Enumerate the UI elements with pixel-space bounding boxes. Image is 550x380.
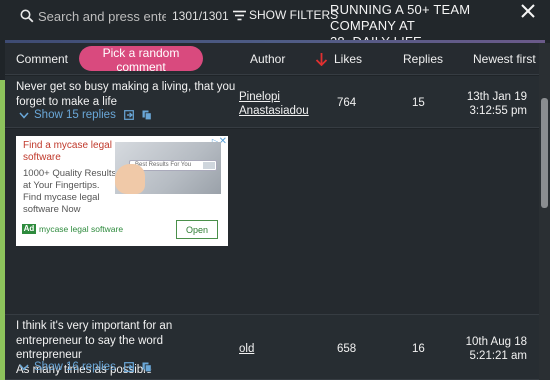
show-replies-link[interactable]: Show 16 replies — [19, 361, 152, 373]
vertical-scrollbar[interactable] — [539, 43, 550, 380]
filter-icon — [233, 10, 246, 20]
close-icon[interactable] — [519, 2, 537, 20]
comment-line: I think it's very important for an — [16, 320, 173, 332]
author-name-line: old — [239, 343, 255, 355]
author-link[interactable]: Pinelopi Anastasiadou — [239, 90, 309, 118]
comment-row: I think it's very important for an entre… — [5, 315, 539, 380]
author-name-line: Anastasiadou — [239, 105, 309, 117]
video-title-line-1: RUNNING A 50+ TEAM COMPANY AT — [330, 2, 471, 33]
show-replies-label: Show 16 replies — [34, 361, 116, 373]
chevron-down-icon — [19, 364, 29, 371]
ad-body-line: software Now — [23, 204, 81, 215]
author-name-line: Pinelopi — [239, 91, 280, 103]
replies-count: 16 — [412, 343, 425, 355]
table-header: Comment Pick a random comment Author Lik… — [5, 43, 539, 75]
share-icon[interactable] — [123, 110, 134, 120]
ad-advertiser-name[interactable]: mycase legal software — [39, 224, 123, 234]
ad-body-line: at Your Fingertips. — [23, 180, 100, 191]
comment-line: Never get so busy making a living, that … — [16, 81, 236, 93]
ad-image-hand — [115, 164, 145, 194]
ad-body: 1000+ Quality Results at Your Fingertips… — [23, 168, 121, 216]
likes-header-label: Likes — [334, 52, 363, 66]
likes-count: 658 — [337, 343, 357, 355]
author-link[interactable]: old — [239, 342, 254, 356]
comment-date: 13th Jan 19 3:12:55 pm — [465, 90, 527, 118]
pick-random-comment-button[interactable]: Pick a random comment — [79, 46, 203, 74]
ad-title-line: Find a mycase legal — [23, 140, 112, 151]
sort-newest-first[interactable]: Newest first — [473, 52, 536, 66]
chevron-down-icon — [19, 112, 29, 119]
ad-body-line: Find mycase legal — [23, 192, 100, 203]
sort-down-arrow-icon — [315, 52, 328, 66]
likes-count: 764 — [337, 97, 357, 109]
comment-date: 10th Aug 18 5:21:21 am — [465, 335, 527, 363]
show-replies-link[interactable]: Show 15 replies — [19, 109, 152, 121]
show-replies-label: Show 15 replies — [34, 109, 116, 121]
ad-open-button[interactable]: Open — [176, 220, 218, 239]
column-header-comment: Comment — [16, 52, 69, 66]
column-header-likes[interactable]: Likes — [315, 52, 362, 66]
ad-badge: Ad — [22, 224, 36, 234]
search-result-count: 1301/1301 — [172, 9, 229, 23]
column-header-replies[interactable]: Replies — [403, 52, 443, 66]
copy-icon[interactable] — [142, 362, 152, 372]
search-icon[interactable] — [20, 9, 34, 23]
top-bar: 1301/1301 SHOW FILTERS RUNNING A 50+ TEA… — [0, 0, 550, 49]
search-input[interactable] — [38, 7, 166, 25]
replies-count: 15 — [412, 97, 425, 109]
show-filters-label: SHOW FILTERS — [249, 8, 339, 22]
date-line: 13th Jan 19 — [466, 91, 527, 103]
ad-banner[interactable]: ▷ ✕ Find a mycase legal software 1000+ Q… — [16, 136, 228, 246]
copy-icon[interactable] — [142, 110, 152, 120]
show-filters-button[interactable]: SHOW FILTERS — [233, 8, 338, 22]
time-line: 5:21:21 am — [469, 350, 527, 362]
time-line: 3:12:55 pm — [469, 105, 527, 117]
ad-title-line: software — [23, 152, 61, 163]
share-icon[interactable] — [123, 362, 134, 372]
comment-line: forget to make a life — [16, 95, 117, 108]
ad-image[interactable]: Best Results For You — [115, 142, 221, 194]
ad-title[interactable]: Find a mycase legal software — [23, 140, 113, 164]
ad-row: ▷ ✕ Find a mycase legal software 1000+ Q… — [5, 129, 539, 315]
comment-line: entrepreneur to say the word entrepreneu… — [16, 334, 164, 362]
column-header-author: Author — [250, 52, 286, 66]
comment-row: Never get so busy making a living, that … — [5, 76, 539, 128]
ad-body-line: 1000+ Quality Results — [23, 168, 117, 179]
date-line: 10th Aug 18 — [465, 336, 527, 348]
scrollbar-thumb[interactable] — [541, 98, 548, 208]
ad-image-search-text: Best Results For You — [135, 162, 192, 168]
ad-image-search-button — [203, 162, 215, 169]
comment-text: Never get so busy making a living, that … — [16, 80, 236, 109]
